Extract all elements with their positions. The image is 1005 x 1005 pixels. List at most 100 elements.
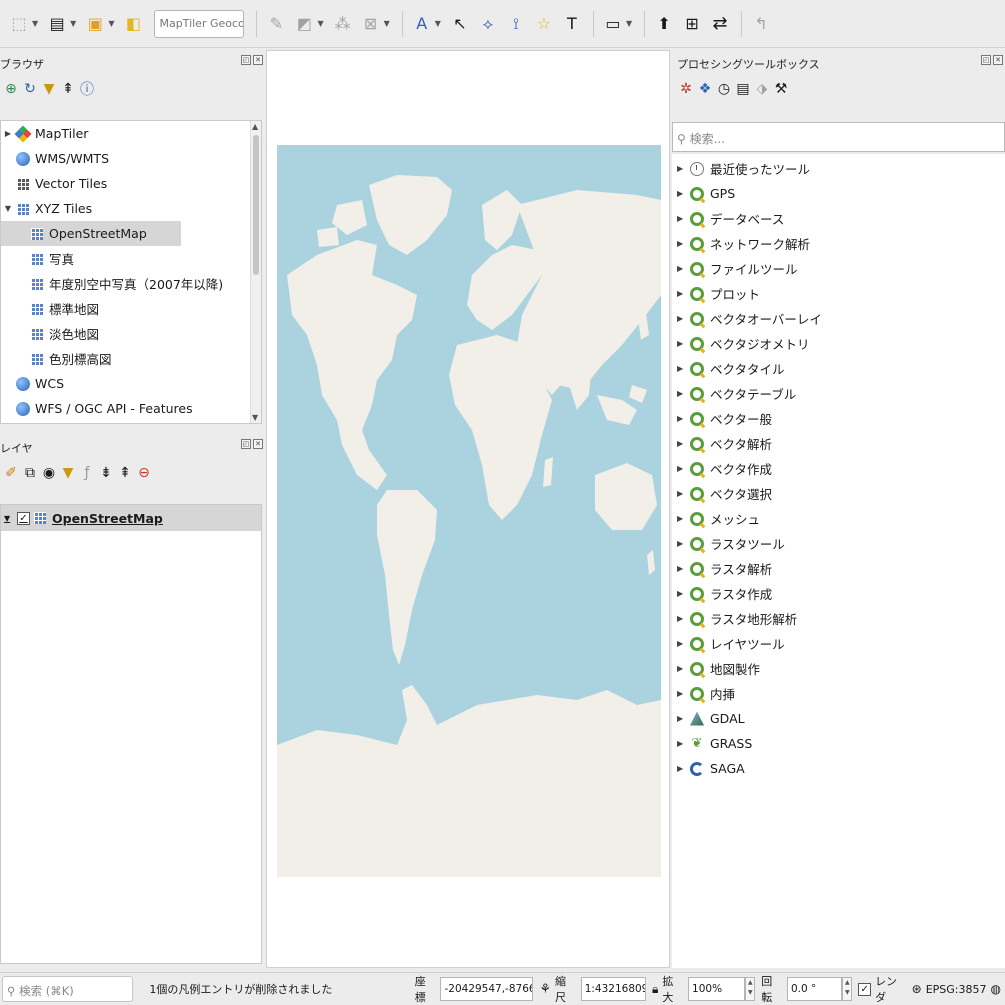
- layer-row[interactable]: ▼ ✓ OpenStreetMap: [1, 505, 261, 531]
- processing-group[interactable]: ▶ 最近使ったツール: [672, 156, 1005, 181]
- filter-icon[interactable]: ▼: [59, 464, 77, 482]
- processing-group[interactable]: ▶ SAGA: [672, 756, 1005, 781]
- expand-arrow-icon[interactable]: ▼: [3, 204, 13, 213]
- processing-group[interactable]: ▶ ラスタ作成: [672, 581, 1005, 606]
- reshape-icon[interactable]: ⊠: [358, 9, 384, 39]
- collapse-all-icon[interactable]: ⇞: [59, 80, 77, 98]
- undo-edit-icon[interactable]: ↰: [748, 9, 774, 39]
- expand-arrow-icon[interactable]: ▶: [677, 264, 687, 273]
- browser-item[interactable]: ▶ MapTiler: [1, 121, 261, 146]
- chevron-down-icon[interactable]: ▼: [70, 19, 76, 28]
- text-box-icon[interactable]: ▭: [600, 9, 626, 39]
- select-pointer-icon[interactable]: ↖: [447, 9, 473, 39]
- expand-arrow-icon[interactable]: ▶: [677, 739, 687, 748]
- map-canvas[interactable]: [266, 50, 670, 968]
- expand-arrow-icon[interactable]: ▶: [677, 414, 687, 423]
- magnifier-stepper[interactable]: ▲ ▼: [745, 977, 756, 1001]
- chevron-down-icon[interactable]: ▼: [317, 19, 323, 28]
- processing-group[interactable]: ▶ ネットワーク解析: [672, 231, 1005, 256]
- identify-icon[interactable]: ◧: [120, 9, 146, 39]
- add-line-icon[interactable]: ⟟: [503, 9, 529, 39]
- processing-group[interactable]: ▶ ベクタテーブル: [672, 381, 1005, 406]
- browser-item[interactable]: 標準地図: [1, 296, 261, 321]
- scroll-down-icon[interactable]: ▼: [252, 413, 258, 422]
- expand-arrow-icon[interactable]: ▶: [677, 339, 687, 348]
- close-panel-icon[interactable]: ✕: [253, 55, 263, 65]
- float-panel-icon[interactable]: ◰: [241, 439, 251, 449]
- options-wrench-icon[interactable]: ⚒: [772, 80, 790, 98]
- expand-arrow-icon[interactable]: ▶: [677, 539, 687, 548]
- processing-group[interactable]: ▶ ラスタ解析: [672, 556, 1005, 581]
- expand-arrow-icon[interactable]: ▶: [677, 639, 687, 648]
- crs-globe-icon[interactable]: ⊛: [912, 982, 922, 996]
- layer-visibility-checkbox[interactable]: ✓: [17, 511, 30, 525]
- processing-group[interactable]: ▶ ファイルツール: [672, 256, 1005, 281]
- processing-group[interactable]: ▶ ラスタ地形解析: [672, 606, 1005, 631]
- browser-item[interactable]: WMS/WMTS: [1, 146, 261, 171]
- results-icon[interactable]: ▤: [734, 80, 752, 98]
- refresh-icon[interactable]: ↻: [21, 80, 39, 98]
- history-icon[interactable]: ◷: [715, 80, 733, 98]
- processing-group[interactable]: ▶ データベース: [672, 206, 1005, 231]
- processing-group[interactable]: ▶ GDAL: [672, 706, 1005, 731]
- processing-group[interactable]: ▶ 内挿: [672, 681, 1005, 706]
- text-annotation-icon[interactable]: T: [559, 9, 585, 39]
- magnifier-field[interactable]: 100%: [688, 977, 746, 1001]
- float-panel-icon[interactable]: ◰: [981, 55, 991, 65]
- processing-group[interactable]: ▶ ベクタオーバーレイ: [672, 306, 1005, 331]
- expand-arrow-icon[interactable]: ▶: [677, 589, 687, 598]
- add-layer-icon[interactable]: ⊕: [2, 80, 20, 98]
- close-panel-icon[interactable]: ✕: [253, 439, 263, 449]
- processing-group[interactable]: ▶ ベクタタイル: [672, 356, 1005, 381]
- browser-item[interactable]: 年度別空中写真（2007年以降): [1, 271, 261, 296]
- processing-group[interactable]: ▶ ベクタ選択: [672, 481, 1005, 506]
- geocoder-search-input[interactable]: MapTiler Geocodi...: [154, 9, 245, 38]
- rotation-field[interactable]: 0.0 °: [786, 977, 843, 1001]
- expand-arrow-icon[interactable]: ▶: [677, 389, 687, 398]
- swap-arrows-icon[interactable]: ⇄: [707, 9, 733, 39]
- browser-item[interactable]: 淡色地図: [1, 321, 261, 346]
- browser-item[interactable]: WCS: [1, 371, 261, 396]
- browser-scrollbar[interactable]: ▲ ▼: [250, 121, 261, 423]
- processing-group[interactable]: ▶ ベクタジオメトリ: [672, 331, 1005, 356]
- edit-features-icon[interactable]: ⬗: [753, 80, 771, 98]
- locator-search-input[interactable]: ⚲ 検索 (⌘K): [2, 976, 134, 1002]
- info-icon[interactable]: ⓘ: [78, 80, 96, 98]
- expand-all-icon[interactable]: ⇟: [97, 464, 115, 482]
- star-icon[interactable]: ☆: [531, 9, 557, 39]
- render-checkbox[interactable]: ✓: [858, 982, 872, 996]
- float-panel-icon[interactable]: ◰: [241, 55, 251, 65]
- visibility-eye-icon[interactable]: ◉: [40, 464, 58, 482]
- models-icon[interactable]: ✲: [677, 80, 695, 98]
- collapse-all-icon[interactable]: ⇞: [116, 464, 134, 482]
- expand-arrow-icon[interactable]: ▶: [677, 239, 687, 248]
- rotation-stepper[interactable]: ▲ ▼: [842, 977, 853, 1001]
- chevron-down-icon[interactable]: ▼: [435, 19, 441, 28]
- expand-arrow-icon[interactable]: ▶: [677, 289, 687, 298]
- vertex-tool-icon[interactable]: ◩: [291, 9, 317, 39]
- select-features-icon[interactable]: ⬚: [6, 9, 32, 39]
- expand-arrow-icon[interactable]: ▶: [677, 189, 687, 198]
- chevron-down-icon[interactable]: ▼: [626, 19, 632, 28]
- processing-group[interactable]: ▶ ラスタツール: [672, 531, 1005, 556]
- expand-arrow-icon[interactable]: ▶: [677, 464, 687, 473]
- expand-arrow-icon[interactable]: ▶: [677, 764, 687, 773]
- processing-group[interactable]: ▶ メッシュ: [672, 506, 1005, 531]
- expand-arrow-icon[interactable]: ▶: [677, 164, 687, 173]
- browser-item[interactable]: Vector Tiles: [1, 171, 261, 196]
- expand-arrow-icon[interactable]: ▶: [677, 614, 687, 623]
- coordinate-field[interactable]: -20429547,-8766410: [440, 977, 534, 1001]
- scroll-up-icon[interactable]: ▲: [252, 122, 258, 131]
- processing-group[interactable]: ▶ レイヤツール: [672, 631, 1005, 656]
- toggle-extents-icon[interactable]: ⚘: [539, 982, 551, 997]
- browser-item[interactable]: 写真: [1, 246, 261, 271]
- lock-icon[interactable]: 🔒︎: [652, 982, 658, 997]
- expand-arrow-icon[interactable]: ▶: [677, 564, 687, 573]
- processing-group[interactable]: ▶ GPS: [672, 181, 1005, 206]
- remove-layer-icon[interactable]: ⊖: [135, 464, 153, 482]
- processing-group[interactable]: ▶ ベクタ解析: [672, 431, 1005, 456]
- pin-icon[interactable]: ⬆: [651, 9, 677, 39]
- map-selection-icon[interactable]: ⊞: [679, 9, 705, 39]
- browser-item[interactable]: ▼ XYZ Tiles: [1, 196, 261, 221]
- expand-arrow-icon[interactable]: ▶: [677, 364, 687, 373]
